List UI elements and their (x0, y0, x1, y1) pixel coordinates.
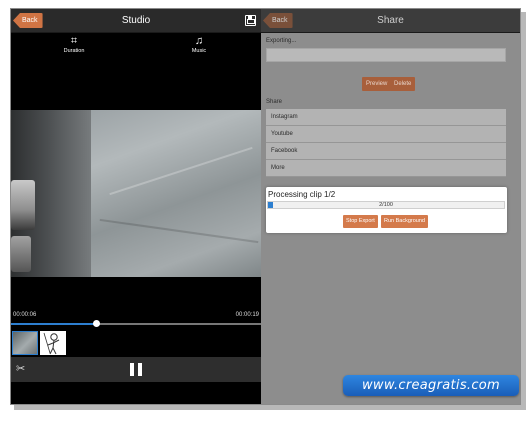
share-topbar: Back Share (261, 9, 520, 33)
share-target-youtube[interactable]: Youtube (266, 126, 506, 143)
video-wall (91, 110, 261, 277)
progress-bar: 2/100 (267, 201, 505, 209)
clip-thumbnail[interactable] (40, 331, 66, 355)
share-target-facebook[interactable]: Facebook (266, 143, 506, 160)
duration-label: Duration (63, 48, 85, 54)
share-target-list: Instagram Youtube Facebook More (266, 109, 506, 177)
video-preview[interactable] (11, 110, 261, 277)
share-title: Share (377, 15, 404, 26)
clip-thumbnail-selected[interactable] (12, 331, 38, 355)
progress-text: 2/100 (379, 202, 393, 208)
time-total: 00:00:19 (235, 312, 259, 318)
delete-button[interactable]: Delete (390, 77, 416, 91)
music-icon: ♫ (194, 35, 204, 47)
exporting-label: Exporting... (266, 38, 297, 44)
crop-icon: ⌗ (70, 35, 78, 47)
video-car (11, 236, 31, 272)
studio-bottom-strip (11, 382, 261, 404)
share-target-more[interactable]: More (266, 160, 506, 177)
duration-tool[interactable]: ⌗ Duration (54, 35, 94, 55)
device-screen: Back Studio ⌗ Duration ♫ Music 00:00:06 (10, 8, 521, 405)
share-target-instagram[interactable]: Instagram (266, 109, 506, 126)
seek-bar-fill (11, 323, 96, 325)
run-background-button[interactable]: Run Background (381, 215, 428, 228)
share-pane: Back Share Exporting... Preview Delete S… (261, 9, 520, 404)
seek-thumb[interactable] (93, 320, 100, 327)
share-content: Exporting... Preview Delete Share Instag… (261, 33, 520, 404)
time-current: 00:00:06 (13, 312, 37, 318)
exporting-box (266, 48, 506, 62)
screenshot-frame: Back Studio ⌗ Duration ♫ Music 00:00:06 (0, 0, 530, 423)
save-icon[interactable] (245, 15, 256, 26)
preview-button[interactable]: Preview (362, 77, 392, 91)
effects-icon[interactable]: ✂ (16, 363, 25, 375)
processing-title: Processing clip 1/2 (268, 190, 336, 199)
watermark-banner: www.creagratis.com (343, 375, 519, 396)
processing-dialog: Processing clip 1/2 2/100 Stop Export Ru… (266, 187, 507, 233)
seek-bar[interactable] (11, 320, 261, 327)
stop-export-button[interactable]: Stop Export (343, 215, 378, 228)
pause-icon[interactable] (130, 363, 142, 376)
share-section-label: Share (266, 99, 283, 105)
studio-pane: Back Studio ⌗ Duration ♫ Music 00:00:06 (11, 9, 261, 404)
studio-title: Studio (121, 15, 151, 26)
watermark-text: www.creagratis.com (362, 378, 500, 393)
playback-controls: ✂ (11, 357, 261, 382)
music-tool[interactable]: ♫ Music (179, 35, 219, 55)
studio-topbar: Back Studio (11, 9, 261, 33)
music-label: Music (191, 48, 207, 54)
video-car (11, 180, 35, 230)
